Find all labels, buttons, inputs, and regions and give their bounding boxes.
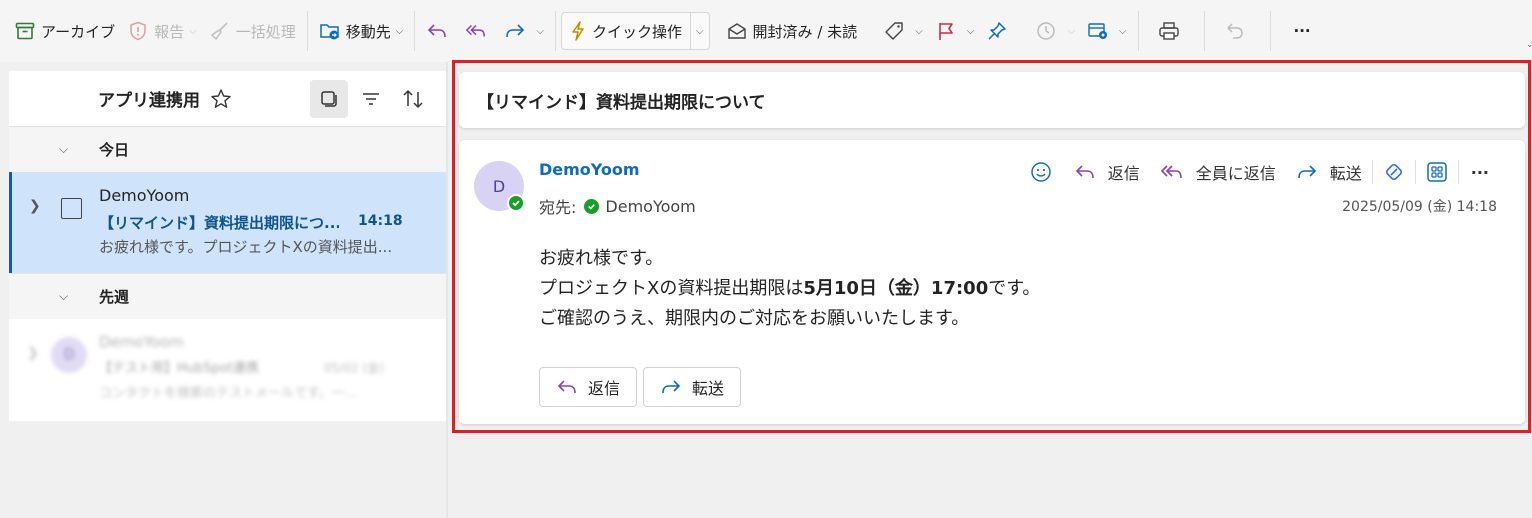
message-date: 05/02 (金) xyxy=(324,361,384,375)
chevron-right-icon[interactable]: ❯ xyxy=(29,198,41,214)
broom-icon xyxy=(209,20,231,42)
message-list-empty-area xyxy=(9,421,446,518)
star-icon xyxy=(211,88,231,108)
archive-icon xyxy=(14,20,36,42)
archive-label: アーカイブ xyxy=(41,22,116,41)
chevron-right-icon: ❯ xyxy=(27,345,39,361)
reply-all-button[interactable] xyxy=(459,13,498,49)
sort-arrows-icon xyxy=(403,89,423,109)
read-unread-button[interactable]: 開封済み / 未読 xyxy=(720,13,864,49)
toolbar-separator xyxy=(414,11,416,51)
report-button[interactable]: 報告 ⌵ xyxy=(121,13,203,49)
group-label: 先週 xyxy=(99,288,130,306)
pane-splitter[interactable] xyxy=(446,62,448,518)
forward-icon xyxy=(504,20,526,42)
more-options-button[interactable]: ··· xyxy=(1276,13,1329,49)
undo-icon xyxy=(1224,20,1246,42)
quick-actions-dropdown[interactable]: ⌵ xyxy=(691,13,709,49)
mail-rules-icon xyxy=(1087,20,1109,42)
message-preview: コンタクトを検索のテストメールです。一... xyxy=(99,386,358,401)
archive-button[interactable]: アーカイブ xyxy=(8,13,121,49)
move-to-label: 移動先 xyxy=(345,22,391,41)
chevron-down-icon: ⌵ xyxy=(915,25,923,37)
toolbar-separator xyxy=(1137,11,1139,51)
chevron-down-icon: ⌵ xyxy=(59,142,69,156)
group-header-last-week[interactable]: ⌵ 先週 xyxy=(9,273,446,319)
highlight-box xyxy=(452,60,1531,433)
sweep-button[interactable]: 一括処理 xyxy=(203,13,302,49)
avatar: D xyxy=(51,337,87,373)
printer-icon xyxy=(1158,20,1180,42)
message-preview: お疲れ様です。プロジェクトXの資料提出... xyxy=(99,238,393,256)
select-mode-icon xyxy=(321,91,337,107)
select-mode-button[interactable] xyxy=(310,80,348,118)
chevron-down-icon: ⌵ xyxy=(695,25,704,37)
list-tools xyxy=(306,80,432,118)
message-checkbox[interactable] xyxy=(61,198,82,219)
tag-icon xyxy=(883,20,905,42)
folder-move-icon xyxy=(319,20,341,42)
toolbar-separator xyxy=(306,11,308,51)
reply-all-icon xyxy=(465,20,487,42)
snooze-button[interactable]: ⌵ xyxy=(1029,13,1081,49)
group-header-today[interactable]: ⌵ 今日 xyxy=(9,126,446,172)
print-button[interactable] xyxy=(1144,13,1199,49)
folder-title: アプリ連携用 xyxy=(98,91,200,111)
chevron-down-icon: ⌵ xyxy=(536,25,544,37)
report-label: 報告 xyxy=(154,22,185,41)
toolbar-separator xyxy=(1203,11,1205,51)
message-subject: 【リマインド】資料提出期限につ... xyxy=(99,214,339,232)
read-unread-label: 開封済み / 未読 xyxy=(752,22,858,41)
quick-actions-label: クイック操作 xyxy=(591,22,682,41)
pin-icon xyxy=(986,20,1008,42)
message-subject: 【テスト用】HubSpot連携 xyxy=(99,361,259,376)
message-list-header: アプリ連携用 xyxy=(9,71,446,126)
lightning-icon xyxy=(570,21,586,41)
flag-icon xyxy=(935,20,957,42)
chevron-down-icon: ⌵ xyxy=(189,25,197,37)
reply-button[interactable] xyxy=(420,13,459,49)
ribbon-toolbar: アーカイブ 報告 ⌵ 一括処理 移動先 ⌵ ⌵ クイック操作 ⌵ 開封済み / … xyxy=(0,0,1532,62)
chevron-down-icon: ⌵ xyxy=(395,25,404,37)
filter-button[interactable] xyxy=(352,80,390,118)
message-row-blurred[interactable]: ❯ D DemoYoom 【テスト用】HubSpot連携 05/02 (金) コ… xyxy=(9,319,446,420)
envelope-open-icon xyxy=(726,20,748,42)
chevron-down-icon: ⌵ xyxy=(966,25,975,37)
chevron-down-icon: ⌵ xyxy=(59,289,69,303)
sweep-label: 一括処理 xyxy=(235,22,296,41)
favorite-star-button[interactable] xyxy=(210,88,232,110)
message-sender: DemoYoom xyxy=(99,186,190,205)
message-row-selected[interactable]: ❯ DemoYoom 【リマインド】資料提出期限につ... 14:18 お疲れ様… xyxy=(9,172,446,273)
flag-button[interactable]: ⌵ xyxy=(929,13,981,49)
quick-actions-button[interactable]: クイック操作 xyxy=(562,13,690,49)
forward-button[interactable]: ⌵ xyxy=(498,13,550,49)
pin-button[interactable] xyxy=(980,13,1019,49)
scroll-arrow-icon[interactable]: ⌄ xyxy=(1526,40,1532,52)
group-label: 今日 xyxy=(99,141,130,159)
toolbar-separator xyxy=(1269,11,1271,51)
categorize-button[interactable]: ⌵ xyxy=(877,13,929,49)
toolbar-separator xyxy=(554,11,556,51)
more-icon: ··· xyxy=(1293,22,1311,40)
undo-button[interactable] xyxy=(1210,13,1265,49)
rules-button[interactable]: ⌵ xyxy=(1081,13,1133,49)
reply-icon xyxy=(426,20,448,42)
message-list-pane: アプリ連携用 ⌵ 今日 ❯ DemoYoom 【リマインド】資料提出期限につ..… xyxy=(9,71,446,421)
chevron-down-icon: ⌵ xyxy=(1118,25,1127,37)
sort-button[interactable] xyxy=(394,80,432,118)
quick-actions-split-button: クイック操作 ⌵ xyxy=(560,12,710,50)
filter-icon xyxy=(363,93,379,105)
message-sender: DemoYoom xyxy=(99,333,184,351)
move-to-button[interactable]: 移動先 ⌵ xyxy=(313,13,410,49)
message-time: 14:18 xyxy=(358,213,403,229)
chevron-down-icon: ⌵ xyxy=(1067,25,1075,37)
shield-alert-icon xyxy=(127,20,149,42)
clock-icon xyxy=(1035,20,1057,42)
